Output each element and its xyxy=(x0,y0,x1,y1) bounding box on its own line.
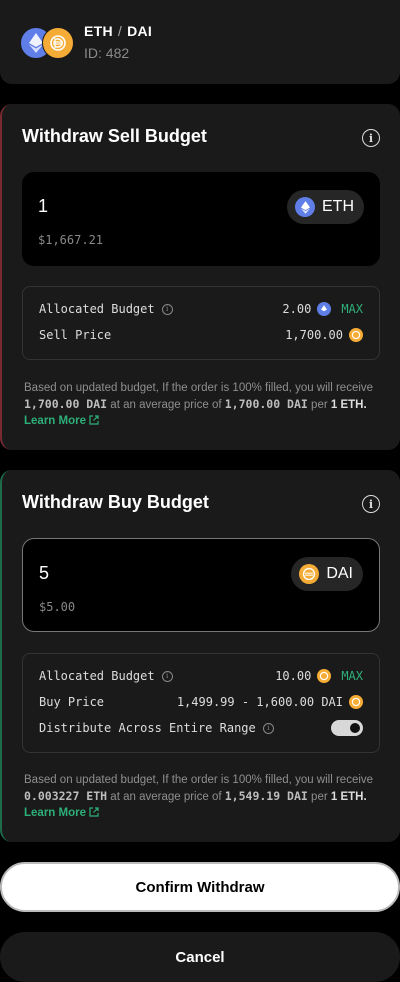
quote-token-label: DAI xyxy=(127,23,153,39)
buy-price-value: 1,499.99 - 1,600.00 DAI xyxy=(176,695,343,709)
sell-amount-usd: $1,667.21 xyxy=(38,233,104,247)
pair-header: ETH / DAI ID: 482 xyxy=(0,0,400,84)
sell-allocated-row: Allocated Budget i 2.00 MAX xyxy=(39,299,363,319)
learn-more-link[interactable]: Learn More xyxy=(24,415,99,427)
buy-summary-note: Based on updated budget, If the order is… xyxy=(24,772,380,821)
allocated-budget-label: Allocated Budget xyxy=(39,669,155,683)
sell-summary-note: Based on updated budget, If the order is… xyxy=(24,380,380,429)
learn-more-link[interactable]: Learn More xyxy=(24,807,99,819)
learn-more-label[interactable]: Learn More xyxy=(24,415,86,427)
toggle-knob xyxy=(350,723,360,733)
buy-amount-usd: $5.00 xyxy=(39,600,76,614)
sell-amount-input[interactable]: 1 $1,667.21 ETH xyxy=(22,172,380,266)
note-text: at an average price of xyxy=(110,399,222,411)
buy-details: Allocated Budget i 10.00 MAX Buy Price 1,… xyxy=(22,653,380,753)
sell-price-label: Sell Price xyxy=(39,328,112,342)
pair-separator: / xyxy=(117,23,123,39)
sell-price-value: 1,700.00 xyxy=(285,328,343,342)
strategy-id: ID: 482 xyxy=(84,45,130,61)
note-price: 1,700.00 DAI xyxy=(224,397,308,411)
note-amount: 1,700.00 DAI xyxy=(24,397,108,411)
sell-details: Allocated Budget i 2.00 MAX Sell Price 1,… xyxy=(22,286,380,360)
distribute-toggle[interactable] xyxy=(331,720,363,736)
buy-price-label: Buy Price xyxy=(39,695,105,709)
note-unit: 1 ETH. xyxy=(330,791,367,803)
learn-more-label[interactable]: Learn More xyxy=(24,807,86,819)
buy-token-label: DAI xyxy=(326,565,353,582)
note-unit: 1 ETH. xyxy=(330,399,367,411)
buy-amount-value[interactable]: 5 xyxy=(39,563,49,584)
sell-section-title: Withdraw Sell Budget xyxy=(22,126,207,146)
note-price: 1,549.19 DAI xyxy=(224,789,308,803)
allocated-budget-value: 10.00 xyxy=(275,669,312,683)
allocated-budget-value: 2.00 xyxy=(282,302,312,316)
dai-token-icon xyxy=(349,695,363,709)
note-text: Based on updated budget, If the order is… xyxy=(24,774,374,786)
note-text: per xyxy=(311,791,328,803)
dai-token-icon xyxy=(349,328,363,342)
distribute-row: Distribute Across Entire Range i xyxy=(39,718,363,738)
dai-token-icon xyxy=(317,669,332,683)
sell-token-pill: ETH xyxy=(287,190,364,224)
pair-title: ETH / DAI xyxy=(84,23,152,39)
max-button[interactable]: MAX xyxy=(341,669,363,683)
buy-allocated-row: Allocated Budget i 10.00 MAX xyxy=(39,666,363,686)
note-amount: 0.003227 ETH xyxy=(24,789,108,803)
max-button[interactable]: MAX xyxy=(341,302,363,316)
note-text: per xyxy=(311,399,328,411)
external-link-icon xyxy=(89,807,99,817)
confirm-withdraw-button[interactable]: Confirm Withdraw xyxy=(0,862,400,912)
sell-token-label: ETH xyxy=(322,198,354,215)
withdraw-buy-section: Withdraw Buy Budget i 5 $5.00 DAI Alloca… xyxy=(0,470,400,842)
buy-token-pill: DAI xyxy=(291,557,363,591)
pair-icons xyxy=(20,27,76,59)
withdraw-sell-section: Withdraw Sell Budget i 1 $1,667.21 ETH A… xyxy=(0,104,400,450)
dai-token-icon xyxy=(42,27,74,59)
buy-price-row: Buy Price 1,499.99 - 1,600.00 DAI xyxy=(39,692,363,712)
info-icon[interactable]: i xyxy=(362,129,380,147)
eth-token-icon xyxy=(317,302,332,316)
allocated-budget-label: Allocated Budget xyxy=(39,302,155,316)
info-icon[interactable]: i xyxy=(161,670,173,682)
sell-amount-value[interactable]: 1 xyxy=(38,196,48,217)
buy-amount-input[interactable]: 5 $5.00 DAI xyxy=(22,538,380,632)
info-icon[interactable]: i xyxy=(362,495,380,513)
external-link-icon xyxy=(89,415,99,425)
cancel-button[interactable]: Cancel xyxy=(0,932,400,982)
info-icon[interactable]: i xyxy=(161,303,173,315)
base-token-label: ETH xyxy=(84,23,113,39)
note-text: at an average price of xyxy=(110,791,222,803)
info-icon[interactable]: i xyxy=(262,722,274,734)
eth-token-icon xyxy=(295,197,315,217)
sell-price-row: Sell Price 1,700.00 xyxy=(39,325,363,345)
dai-token-icon xyxy=(299,564,320,584)
buy-section-title: Withdraw Buy Budget xyxy=(22,492,209,512)
distribute-label: Distribute Across Entire Range xyxy=(39,721,256,735)
note-text: Based on updated budget, If the order is… xyxy=(24,382,374,394)
